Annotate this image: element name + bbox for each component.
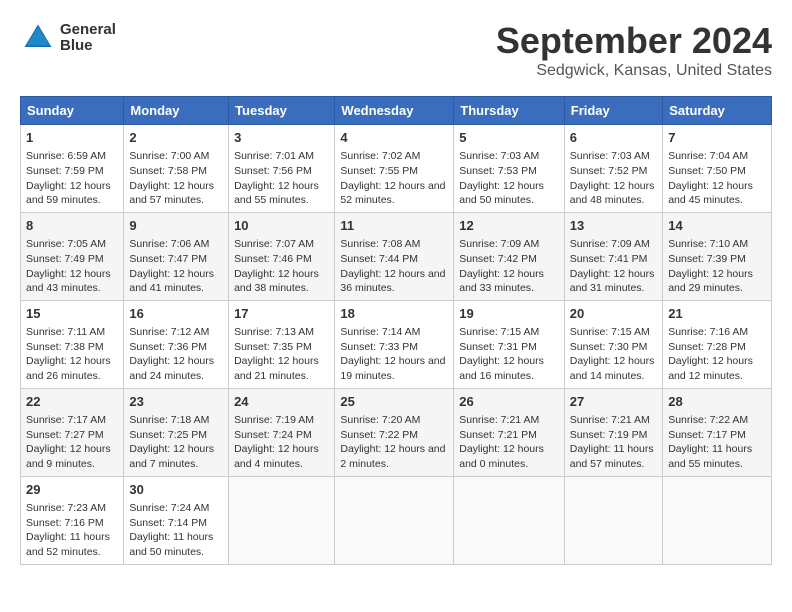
main-title: September 2024 <box>496 20 772 62</box>
calendar-week-row: 15Sunrise: 7:11 AMSunset: 7:38 PMDayligh… <box>21 300 772 388</box>
header-day-wednesday: Wednesday <box>335 97 454 125</box>
day-number: 2 <box>129 129 223 147</box>
calendar-cell: 11Sunrise: 7:08 AMSunset: 7:44 PMDayligh… <box>335 212 454 300</box>
day-number: 6 <box>570 129 657 147</box>
day-number: 3 <box>234 129 329 147</box>
calendar-cell: 26Sunrise: 7:21 AMSunset: 7:21 PMDayligh… <box>454 388 565 476</box>
calendar-cell: 8Sunrise: 7:05 AMSunset: 7:49 PMDaylight… <box>21 212 124 300</box>
calendar-cell: 30Sunrise: 7:24 AMSunset: 7:14 PMDayligh… <box>124 476 229 564</box>
calendar-cell: 27Sunrise: 7:21 AMSunset: 7:19 PMDayligh… <box>564 388 662 476</box>
day-number: 1 <box>26 129 118 147</box>
calendar-cell: 29Sunrise: 7:23 AMSunset: 7:16 PMDayligh… <box>21 476 124 564</box>
day-number: 14 <box>668 217 766 235</box>
calendar-week-row: 29Sunrise: 7:23 AMSunset: 7:16 PMDayligh… <box>21 476 772 564</box>
day-number: 11 <box>340 217 448 235</box>
calendar-cell: 16Sunrise: 7:12 AMSunset: 7:36 PMDayligh… <box>124 300 229 388</box>
day-number: 26 <box>459 393 559 411</box>
calendar-cell: 7Sunrise: 7:04 AMSunset: 7:50 PMDaylight… <box>663 125 772 213</box>
day-number: 7 <box>668 129 766 147</box>
calendar-cell: 23Sunrise: 7:18 AMSunset: 7:25 PMDayligh… <box>124 388 229 476</box>
day-number: 16 <box>129 305 223 323</box>
calendar-cell: 14Sunrise: 7:10 AMSunset: 7:39 PMDayligh… <box>663 212 772 300</box>
calendar-cell: 21Sunrise: 7:16 AMSunset: 7:28 PMDayligh… <box>663 300 772 388</box>
calendar-cell: 13Sunrise: 7:09 AMSunset: 7:41 PMDayligh… <box>564 212 662 300</box>
day-number: 27 <box>570 393 657 411</box>
day-number: 29 <box>26 481 118 499</box>
page-header: General Blue September 2024 Sedgwick, Ka… <box>20 20 772 80</box>
calendar-cell: 20Sunrise: 7:15 AMSunset: 7:30 PMDayligh… <box>564 300 662 388</box>
calendar-cell: 5Sunrise: 7:03 AMSunset: 7:53 PMDaylight… <box>454 125 565 213</box>
day-number: 8 <box>26 217 118 235</box>
logo-line2: Blue <box>60 38 116 55</box>
calendar-week-row: 1Sunrise: 6:59 AMSunset: 7:59 PMDaylight… <box>21 125 772 213</box>
calendar-header-row: SundayMondayTuesdayWednesdayThursdayFrid… <box>21 97 772 125</box>
calendar-cell <box>564 476 662 564</box>
calendar-cell: 25Sunrise: 7:20 AMSunset: 7:22 PMDayligh… <box>335 388 454 476</box>
day-number: 21 <box>668 305 766 323</box>
calendar-week-row: 8Sunrise: 7:05 AMSunset: 7:49 PMDaylight… <box>21 212 772 300</box>
day-number: 9 <box>129 217 223 235</box>
header-day-thursday: Thursday <box>454 97 565 125</box>
day-number: 28 <box>668 393 766 411</box>
day-number: 4 <box>340 129 448 147</box>
calendar-cell: 22Sunrise: 7:17 AMSunset: 7:27 PMDayligh… <box>21 388 124 476</box>
day-number: 10 <box>234 217 329 235</box>
day-number: 15 <box>26 305 118 323</box>
header-day-monday: Monday <box>124 97 229 125</box>
day-number: 5 <box>459 129 559 147</box>
calendar-cell: 17Sunrise: 7:13 AMSunset: 7:35 PMDayligh… <box>229 300 335 388</box>
day-number: 25 <box>340 393 448 411</box>
calendar-week-row: 22Sunrise: 7:17 AMSunset: 7:27 PMDayligh… <box>21 388 772 476</box>
calendar-cell: 10Sunrise: 7:07 AMSunset: 7:46 PMDayligh… <box>229 212 335 300</box>
calendar-cell: 24Sunrise: 7:19 AMSunset: 7:24 PMDayligh… <box>229 388 335 476</box>
day-number: 30 <box>129 481 223 499</box>
day-number: 12 <box>459 217 559 235</box>
calendar-cell: 4Sunrise: 7:02 AMSunset: 7:55 PMDaylight… <box>335 125 454 213</box>
calendar-cell <box>663 476 772 564</box>
header-day-tuesday: Tuesday <box>229 97 335 125</box>
calendar-cell: 3Sunrise: 7:01 AMSunset: 7:56 PMDaylight… <box>229 125 335 213</box>
title-block: September 2024 Sedgwick, Kansas, United … <box>496 20 772 80</box>
header-day-sunday: Sunday <box>21 97 124 125</box>
day-number: 22 <box>26 393 118 411</box>
calendar-cell: 6Sunrise: 7:03 AMSunset: 7:52 PMDaylight… <box>564 125 662 213</box>
calendar-cell <box>335 476 454 564</box>
calendar-cell: 9Sunrise: 7:06 AMSunset: 7:47 PMDaylight… <box>124 212 229 300</box>
logo: General Blue <box>20 20 116 56</box>
day-number: 13 <box>570 217 657 235</box>
calendar-cell: 2Sunrise: 7:00 AMSunset: 7:58 PMDaylight… <box>124 125 229 213</box>
calendar-cell <box>454 476 565 564</box>
header-day-saturday: Saturday <box>663 97 772 125</box>
calendar-cell: 18Sunrise: 7:14 AMSunset: 7:33 PMDayligh… <box>335 300 454 388</box>
calendar-cell: 15Sunrise: 7:11 AMSunset: 7:38 PMDayligh… <box>21 300 124 388</box>
logo-text: General Blue <box>60 22 116 55</box>
day-number: 19 <box>459 305 559 323</box>
day-number: 20 <box>570 305 657 323</box>
day-number: 24 <box>234 393 329 411</box>
subtitle: Sedgwick, Kansas, United States <box>496 62 772 80</box>
calendar-cell: 1Sunrise: 6:59 AMSunset: 7:59 PMDaylight… <box>21 125 124 213</box>
day-number: 18 <box>340 305 448 323</box>
calendar-table: SundayMondayTuesdayWednesdayThursdayFrid… <box>20 96 772 565</box>
logo-icon <box>20 20 56 56</box>
header-day-friday: Friday <box>564 97 662 125</box>
calendar-cell <box>229 476 335 564</box>
day-number: 17 <box>234 305 329 323</box>
day-number: 23 <box>129 393 223 411</box>
logo-line1: General <box>60 22 116 39</box>
calendar-cell: 28Sunrise: 7:22 AMSunset: 7:17 PMDayligh… <box>663 388 772 476</box>
calendar-cell: 19Sunrise: 7:15 AMSunset: 7:31 PMDayligh… <box>454 300 565 388</box>
calendar-cell: 12Sunrise: 7:09 AMSunset: 7:42 PMDayligh… <box>454 212 565 300</box>
